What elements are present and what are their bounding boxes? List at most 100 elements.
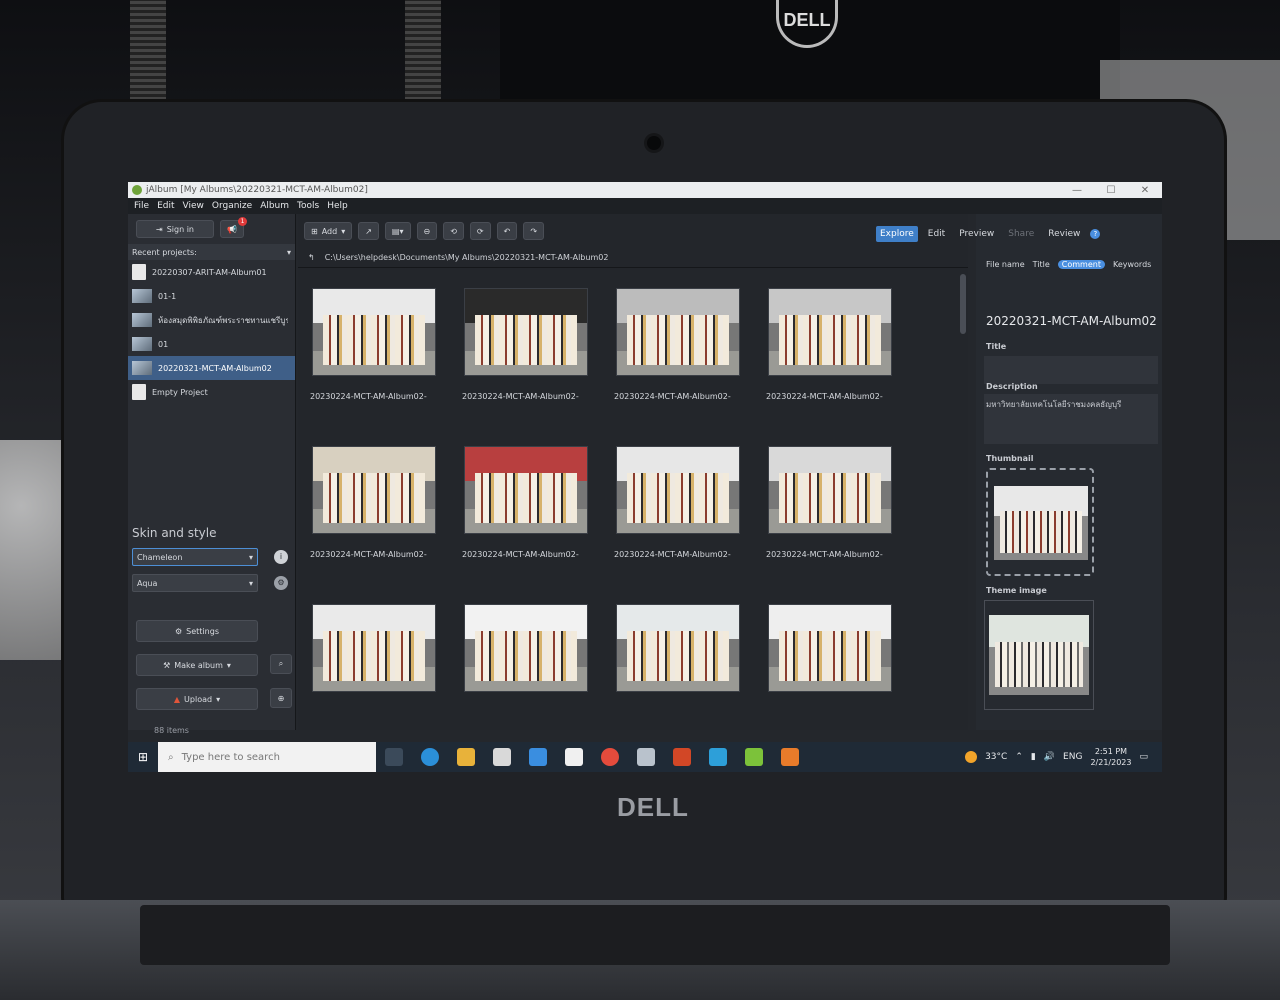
menu-file[interactable]: File (134, 201, 149, 211)
thumbnail[interactable]: 20230224-MCT-AM-Album02- (310, 274, 460, 432)
project-label: 01 (158, 339, 169, 349)
chevron-down-icon: ▾ (216, 694, 221, 704)
chrome-icon[interactable] (601, 748, 619, 766)
maximize-icon[interactable]: ☐ (1094, 185, 1128, 196)
thumbnail[interactable]: 20230224-MCT-AM-Album02- (462, 432, 612, 590)
menu-album[interactable]: Album (260, 201, 289, 211)
close-icon[interactable]: ✕ (1128, 185, 1162, 196)
notifications-button[interactable]: 📢 1 (220, 217, 247, 238)
task-view-icon[interactable] (385, 748, 403, 766)
chevron-up-icon[interactable]: ⌃ (1015, 752, 1023, 762)
mail-icon[interactable] (529, 748, 547, 766)
caption-mode-tabs: File name Title Comment Keywords (986, 260, 1151, 269)
jalbum-taskbar-icon[interactable] (745, 748, 763, 766)
settings-button[interactable]: ⚙ Settings (136, 620, 258, 642)
redo-button[interactable]: ↷ (523, 222, 545, 240)
help-icon[interactable]: ? (1090, 229, 1101, 239)
powerpoint-icon[interactable] (673, 748, 691, 766)
rotate-right-button[interactable]: ⟳ (469, 222, 491, 240)
hammer-icon: ⚒ (163, 660, 171, 670)
thumbnail-caption: 20230224-MCT-AM-Album02- (766, 392, 883, 401)
document-icon[interactable] (637, 748, 655, 766)
make-album-label: Make album (174, 660, 223, 670)
theme-image[interactable] (984, 600, 1094, 710)
thumbnail[interactable]: 20230224-MCT-AM-Album02- (766, 432, 916, 590)
subtab-file-name[interactable]: File name (986, 260, 1025, 269)
gear-icon[interactable]: ⚙ (274, 576, 288, 590)
project-item[interactable]: 01-1 (128, 284, 295, 308)
tab-explore[interactable]: Explore (876, 226, 918, 242)
zoom-button[interactable]: ⊕ (270, 688, 292, 708)
thumbnail[interactable]: 20230224-MCT-AM-Album02- (614, 432, 764, 590)
project-item[interactable]: ห้องสมุดพิพิธภัณฑ์พระราชทานแชรีบูรณ์ (128, 308, 295, 332)
menu-view[interactable]: View (183, 201, 204, 211)
export-button[interactable]: ↗ (358, 222, 379, 240)
menu-edit[interactable]: Edit (157, 201, 174, 211)
vertical-scrollbar[interactable] (960, 274, 966, 334)
menu-organize[interactable]: Organize (212, 201, 252, 211)
new-folder-button[interactable]: ▤▾ (384, 222, 411, 240)
tab-share[interactable]: Share (1004, 226, 1038, 242)
volume-icon[interactable]: 🔊 (1044, 752, 1055, 762)
thumbnail[interactable] (310, 590, 460, 748)
image-icon (132, 337, 152, 351)
subtab-keywords[interactable]: Keywords (1113, 260, 1151, 269)
thumbnail[interactable] (462, 590, 612, 748)
project-item-selected[interactable]: 20220321-MCT-AM-Album02 (128, 356, 295, 380)
subtab-comment[interactable]: Comment (1057, 260, 1105, 269)
undo-button[interactable]: ↶ (496, 222, 518, 240)
style-select[interactable]: Aqua ▾ (132, 574, 258, 592)
recent-projects-header[interactable]: Recent projects: ▾ (128, 244, 295, 260)
skin-select[interactable]: Chameleon ▾ (132, 548, 258, 566)
info-icon[interactable]: i (274, 550, 288, 564)
tab-review[interactable]: Review (1044, 226, 1084, 242)
make-album-button[interactable]: ⚒ Make album ▾ (136, 654, 258, 676)
photo-people (999, 511, 1083, 553)
subtab-title[interactable]: Title (1033, 260, 1050, 269)
language-indicator[interactable]: ENG (1063, 752, 1082, 762)
thumbnail-image (312, 288, 436, 376)
add-button[interactable]: ⊞ Add ▾ (304, 222, 353, 240)
preview-search-button[interactable]: ⌕ (270, 654, 292, 674)
network-icon[interactable]: ▮ (1031, 752, 1036, 762)
theme-image-preview (989, 615, 1089, 695)
paint-icon[interactable] (781, 748, 799, 766)
sign-in-button[interactable]: ⇥ Sign in (136, 220, 214, 238)
project-item[interactable]: 01 (128, 332, 295, 356)
menu-help[interactable]: Help (327, 201, 348, 211)
tab-preview[interactable]: Preview (955, 226, 998, 242)
thumbnail-dropzone[interactable] (986, 468, 1094, 576)
thumbnail[interactable] (614, 590, 764, 748)
file-explorer-icon[interactable] (457, 748, 475, 766)
project-item[interactable]: Empty Project (128, 380, 295, 404)
photo-people (626, 630, 730, 681)
add-icon: ⊞ (311, 226, 318, 236)
photo-people (995, 642, 1083, 687)
windows-start-icon[interactable]: ⊞ (128, 742, 158, 772)
description-label: Description (986, 382, 1038, 391)
taskbar-search[interactable]: ⌕ Type here to search (158, 742, 376, 772)
notification-center-icon[interactable]: ▭ (1139, 752, 1148, 762)
photos-icon[interactable] (709, 748, 727, 766)
minimize-icon[interactable]: — (1060, 185, 1094, 196)
clock[interactable]: 2:51 PM 2/21/2023 (1090, 746, 1131, 768)
store-icon[interactable] (493, 748, 511, 766)
exclude-button[interactable]: ⊖ (416, 222, 438, 240)
menu-tools[interactable]: Tools (297, 201, 319, 211)
project-item[interactable]: 20220307-ARIT-AM-Album01 (128, 260, 295, 284)
up-arrow-icon[interactable]: ↰ (308, 253, 315, 262)
tab-edit[interactable]: Edit (924, 226, 949, 242)
thumbnail[interactable]: 20230224-MCT-AM-Album02- (310, 432, 460, 590)
thumbnail[interactable] (766, 590, 916, 748)
title-field[interactable] (984, 356, 1158, 384)
thumbnail[interactable]: 20230224-MCT-AM-Album02- (766, 274, 916, 432)
edge-icon[interactable] (421, 748, 439, 766)
upload-button[interactable]: ▲ Upload ▾ (136, 688, 258, 710)
project-label: 20220307-ARIT-AM-Album01 (152, 267, 267, 277)
notepad-icon[interactable] (565, 748, 583, 766)
thumbnail[interactable]: 20230224-MCT-AM-Album02- (462, 274, 612, 432)
thumbnail[interactable]: 20230224-MCT-AM-Album02- (614, 274, 764, 432)
search-icon: ⌕ (168, 751, 174, 763)
rotate-left-button[interactable]: ⟲ (443, 222, 464, 240)
thumbnail-image (768, 604, 892, 692)
